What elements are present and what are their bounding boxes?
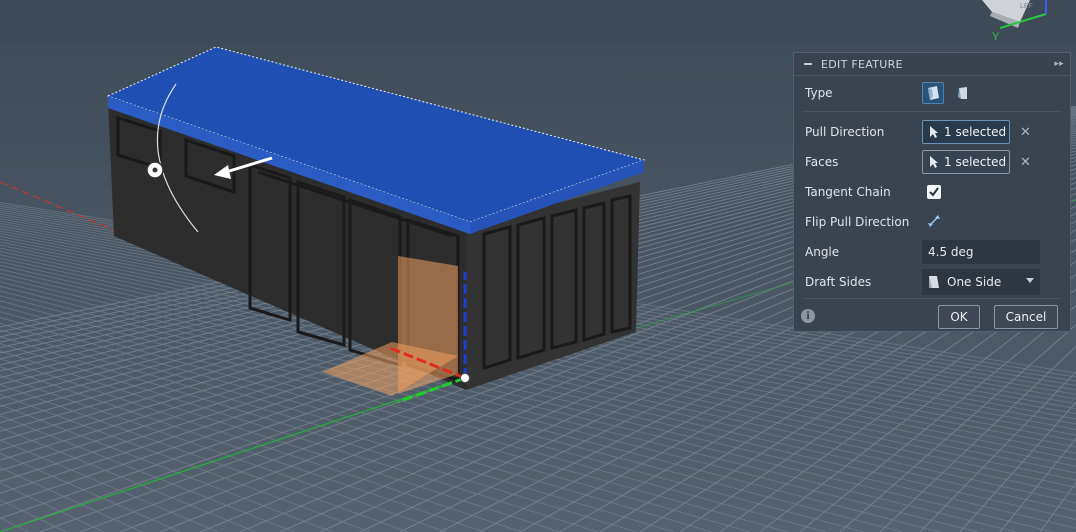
checkmark-icon <box>929 187 939 197</box>
tangent-chain-row: Tangent Chain <box>794 178 1070 206</box>
flip-pull-direction-label: Flip Pull Direction <box>805 215 910 229</box>
separator <box>802 298 1062 299</box>
ok-button[interactable]: OK <box>938 305 980 329</box>
viewcube-y-label: Y <box>992 31 1000 43</box>
pull-direction-selection[interactable]: 1 selected <box>922 120 1010 144</box>
select-cursor-icon <box>930 126 938 138</box>
panel-header: EDIT FEATURE ▸▸ <box>794 53 1070 76</box>
clear-pull-direction-icon[interactable]: ✕ <box>1020 125 1031 140</box>
pull-direction-handle-dot <box>152 167 158 173</box>
y-axis-line <box>0 377 466 532</box>
cancel-button[interactable]: Cancel <box>994 305 1058 329</box>
separator <box>802 111 1062 112</box>
pull-direction-label: Pull Direction <box>805 125 885 139</box>
origin-point[interactable] <box>460 373 470 383</box>
type-row: Type <box>794 79 1070 107</box>
tangent-chain-label: Tangent Chain <box>805 185 891 199</box>
draft-parting-line-icon[interactable] <box>952 82 974 104</box>
angle-input[interactable]: 4.5 deg <box>922 240 1040 264</box>
faces-label: Faces <box>805 155 839 169</box>
sky-band <box>0 0 1076 44</box>
faces-selection[interactable]: 1 selected <box>922 150 1010 174</box>
draft-sides-row: Draft Sides One Side <box>794 268 1070 296</box>
angle-row: Angle 4.5 deg <box>794 238 1070 266</box>
draft-fixed-plane-icon[interactable] <box>922 82 944 104</box>
faces-row: Faces 1 selected ✕ <box>794 148 1070 176</box>
viewcube-face-label: LEF <box>1020 3 1033 10</box>
faces-value: 1 selected <box>944 155 1007 169</box>
pull-direction-value: 1 selected <box>944 125 1007 139</box>
info-icon[interactable]: i <box>801 309 815 323</box>
clear-faces-icon[interactable]: ✕ <box>1020 155 1031 170</box>
draft-sides-label: Draft Sides <box>805 275 872 289</box>
panel-title: EDIT FEATURE <box>821 57 903 71</box>
type-label: Type <box>805 86 833 100</box>
draft-sides-icon <box>929 276 939 288</box>
draft-sides-value: One Side <box>947 275 1002 289</box>
tangent-chain-checkbox[interactable] <box>927 185 941 199</box>
expand-icon[interactable]: ▸▸ <box>1054 59 1064 69</box>
pull-direction-row: Pull Direction 1 selected ✕ <box>794 118 1070 146</box>
grid-line <box>0 517 29 532</box>
flip-pull-direction-row: Flip Pull Direction <box>794 208 1070 236</box>
draft-sides-dropdown[interactable]: One Side <box>922 269 1040 295</box>
chevron-down-icon <box>1026 278 1034 283</box>
collapse-icon[interactable] <box>804 63 812 65</box>
flip-arrows-icon[interactable] <box>927 214 941 231</box>
edit-feature-panel: EDIT FEATURE ▸▸ Type Pull Direction 1 se… <box>793 52 1071 332</box>
angle-label: Angle <box>805 245 840 259</box>
grid-line <box>0 482 105 532</box>
select-cursor-icon <box>930 156 938 168</box>
